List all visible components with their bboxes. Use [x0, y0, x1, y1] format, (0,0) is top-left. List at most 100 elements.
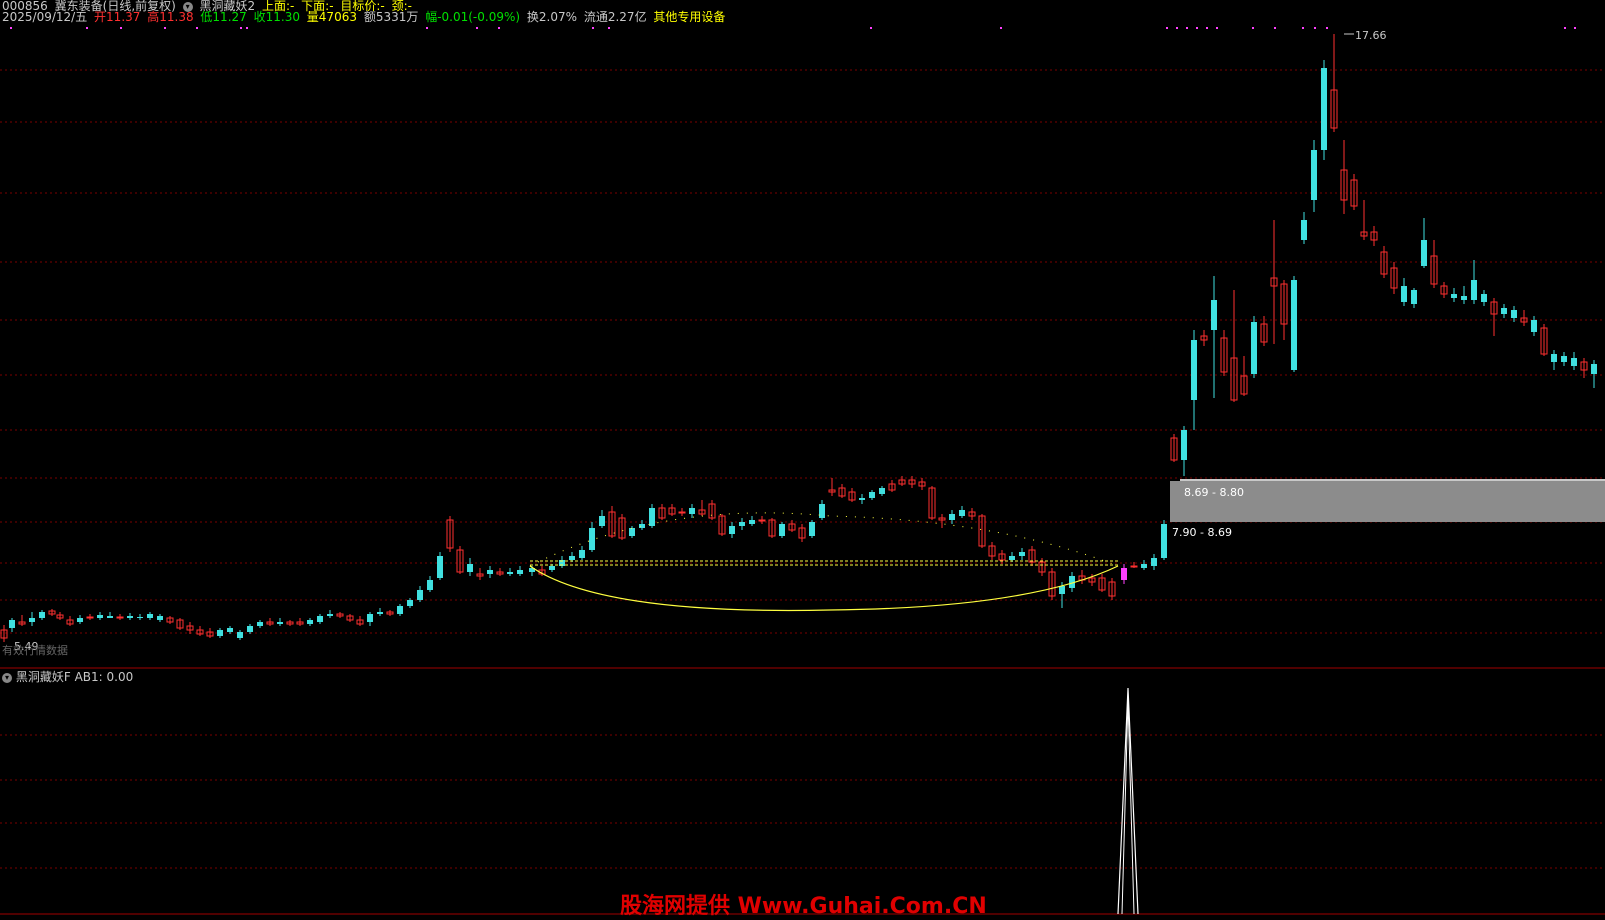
candle-body-down: [1211, 300, 1217, 330]
indicator-spike-inner: [1121, 699, 1135, 915]
candle-body-down: [869, 492, 875, 498]
candle-body-up: [116, 616, 124, 619]
candle-body-down: [1161, 524, 1167, 558]
signal-dot: [164, 27, 166, 29]
signal-dot: [120, 27, 122, 29]
candle-body-down: [1471, 280, 1477, 300]
candle-body-down: [589, 528, 595, 550]
candle-body-down: [879, 488, 885, 494]
candle-body-down: [247, 626, 253, 632]
watermark-text: 股海网提供 Www.Guhai.Com.CN: [620, 894, 987, 919]
sub-indicator-name[interactable]: 黑洞藏妖F: [16, 670, 71, 684]
candle-body-down: [1141, 564, 1147, 568]
candle-body-down: [277, 622, 283, 624]
candle-body-down: [157, 616, 163, 620]
signal-dot: [1314, 27, 1316, 29]
signal-dot: [1252, 27, 1254, 29]
candle-body-down: [137, 617, 143, 618]
indicator-spike: [1117, 687, 1139, 915]
candle-body-down: [579, 550, 585, 558]
signal-dot: [1000, 27, 1002, 29]
candle-body-down: [147, 614, 153, 618]
candle-body-down: [1551, 354, 1557, 362]
signal-dot: [1176, 27, 1178, 29]
candle-body-down: [517, 570, 523, 574]
signal-dot: [1302, 27, 1304, 29]
candle-body-down: [507, 572, 513, 574]
zone-lower-label: 7.90 - 8.69: [1172, 526, 1232, 539]
candle-body-up: [758, 519, 766, 522]
candle-body-down: [217, 630, 223, 636]
candle-body-down: [1009, 556, 1015, 560]
signal-dot: [86, 27, 88, 29]
candle-body-down: [467, 564, 473, 572]
candle-body-up: [678, 511, 686, 514]
candle-body-down: [1291, 280, 1297, 370]
candle-body-down: [377, 612, 383, 614]
candle-body-down: [599, 516, 605, 526]
candle-body-down: [1421, 240, 1427, 266]
candle-body-down: [29, 618, 35, 622]
signal-dot: [1166, 27, 1168, 29]
candle-body-up: [86, 616, 94, 619]
dotted-arc: [529, 512, 1119, 567]
candle-body-down: [257, 622, 263, 626]
candle-body-down: [779, 524, 785, 536]
candle-body-down: [1019, 552, 1025, 556]
bowl-curve: [529, 565, 1119, 612]
candle-body-down: [1531, 320, 1537, 332]
candle-body-down: [1411, 290, 1417, 304]
no-data-text: 有效行情数据: [2, 644, 68, 657]
candle-body-down: [227, 628, 233, 632]
high-price-label: 17.66: [1355, 29, 1387, 42]
candle-body-down: [549, 566, 555, 570]
candle-body-down: [959, 510, 965, 516]
candle-body-down: [629, 528, 635, 536]
candle-body-down: [9, 620, 15, 628]
signal-dot: [240, 27, 242, 29]
candle-body-down: [307, 620, 313, 624]
candle-body-down: [367, 614, 373, 622]
candle-body-down: [749, 520, 755, 524]
candle-body-down: [39, 612, 45, 618]
signal-dot: [1326, 27, 1328, 29]
candle-body-down: [437, 556, 443, 578]
candle-body-down: [649, 508, 655, 526]
signal-dot: [1574, 27, 1576, 29]
candle-body-down: [1461, 296, 1467, 300]
signal-dot: [498, 27, 500, 29]
candle-body-down: [1121, 568, 1127, 580]
candle-body-down: [1301, 220, 1307, 240]
candle-body-down: [819, 504, 825, 518]
signal-dot: [1206, 27, 1208, 29]
candle-body-down: [1151, 558, 1157, 566]
candle-body-down: [487, 570, 493, 574]
signal-dot: [196, 27, 198, 29]
signal-dot: [1186, 27, 1188, 29]
sub-indicator-value: AB1: 0.00: [74, 670, 134, 684]
candle-body-down: [809, 522, 815, 536]
candle-body-down: [1181, 430, 1187, 460]
candle-body-down: [397, 606, 403, 614]
candle-body-down: [729, 526, 735, 534]
candle-body-down: [949, 514, 955, 520]
candle-body-down: [427, 580, 433, 590]
candlestick-chart[interactable]: [0, 0, 1605, 917]
signal-dot: [592, 27, 594, 29]
candle-body-down: [407, 600, 413, 606]
candle-body-down: [1571, 358, 1577, 366]
signal-dot: [608, 27, 610, 29]
candle-body-down: [1059, 586, 1065, 594]
candle-body-down: [417, 590, 423, 600]
signal-dot: [246, 27, 248, 29]
circle-down-icon[interactable]: ▾: [2, 672, 12, 683]
signal-dot: [870, 27, 872, 29]
candle-body-down: [1321, 68, 1327, 150]
signal-dot: [426, 27, 428, 29]
candle-body-down: [1591, 364, 1597, 374]
candle-body-down: [77, 618, 83, 622]
candle-body-down: [1191, 340, 1197, 400]
candle-body-down: [1561, 356, 1567, 362]
signal-dot: [476, 27, 478, 29]
signal-dot: [1274, 27, 1276, 29]
